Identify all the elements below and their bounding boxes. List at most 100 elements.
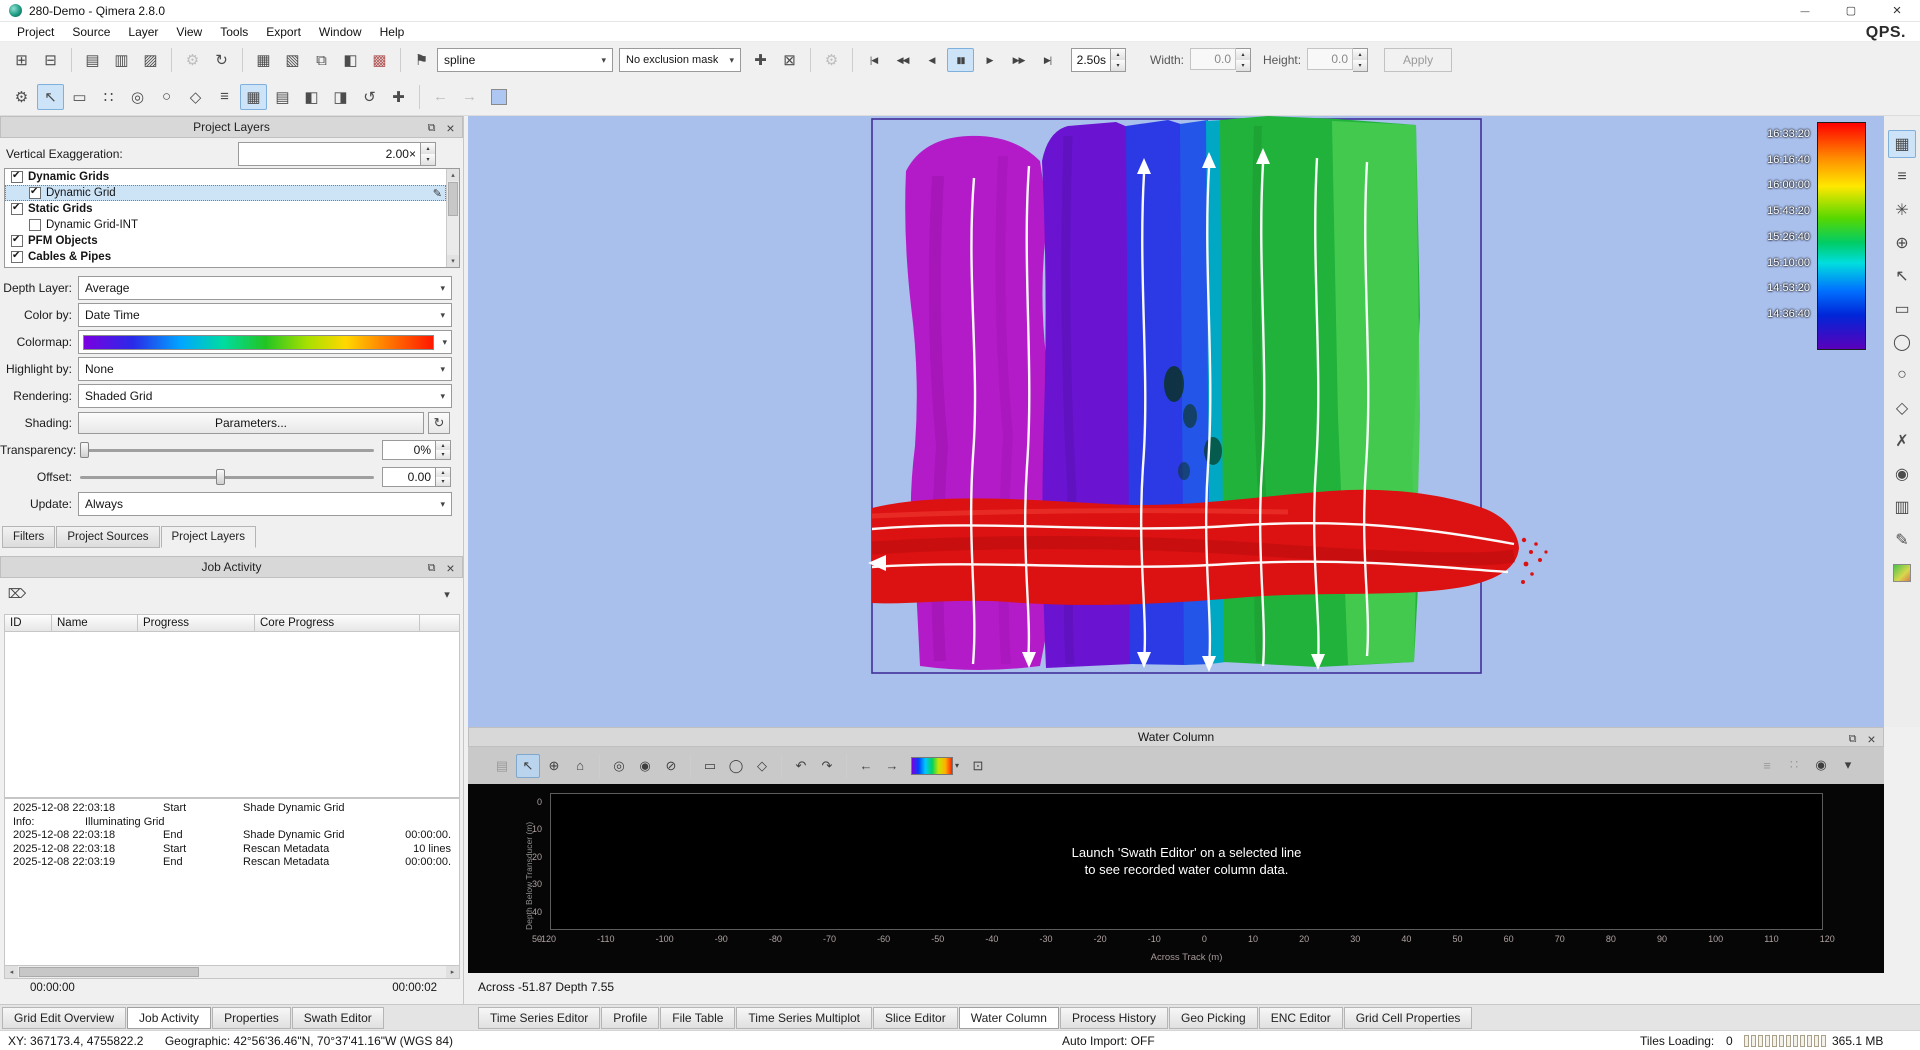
column-header-id[interactable]: ID (4, 614, 52, 632)
menu-layer[interactable]: Layer (119, 24, 167, 40)
grid-lines-icon[interactable]: ▧ (279, 47, 306, 73)
tab-process-history[interactable]: Process History (1060, 1007, 1168, 1029)
column-header-core-progress[interactable]: Core Progress (255, 614, 420, 632)
menu-export[interactable]: Export (257, 24, 310, 40)
tab-file-table[interactable]: File Table (660, 1007, 735, 1029)
rewind-button[interactable]: ◀◀ (889, 48, 916, 72)
job-activity-header[interactable]: Job Activity (0, 556, 463, 578)
menu-project[interactable]: Project (8, 24, 63, 40)
checkbox[interactable] (29, 187, 41, 199)
water-column-header[interactable]: Water Column (468, 727, 1884, 747)
scatter-select-icon[interactable]: ∷ (95, 84, 122, 110)
transparency-slider[interactable] (78, 440, 376, 460)
cursor-select-icon[interactable]: ↖ (516, 754, 540, 778)
close-panel-icon[interactable] (443, 121, 458, 136)
export-grid-icon[interactable]: ▥ (108, 47, 135, 73)
offset-slider[interactable] (78, 467, 376, 487)
grid-display-icon[interactable]: ▦ (240, 84, 267, 110)
swath-display-icon[interactable]: ▤ (269, 84, 296, 110)
tab-geo-picking[interactable]: Geo Picking (1169, 1007, 1258, 1029)
shading-refresh-icon[interactable] (428, 412, 450, 434)
tab-grid-cell-properties[interactable]: Grid Cell Properties (1344, 1007, 1473, 1029)
checkbox[interactable] (11, 171, 23, 183)
zoom-tool-icon[interactable]: ⊕ (1888, 229, 1916, 257)
collapse-icon[interactable]: ▾ (1836, 753, 1860, 777)
scroll-up-icon[interactable] (447, 169, 459, 181)
zoom-extent-icon[interactable]: ⊟ (37, 47, 64, 73)
checkbox[interactable] (11, 203, 23, 215)
menu-window[interactable]: Window (310, 24, 371, 40)
rendering-select[interactable]: Shaded Grid (78, 384, 452, 408)
select-poly-icon[interactable]: ◇ (1888, 394, 1916, 422)
tree-item-dynamic-grid[interactable]: Dynamic Grid (5, 185, 446, 201)
export-points-icon[interactable]: ▨ (137, 47, 164, 73)
fast-forward-button[interactable]: ▶▶ (1005, 48, 1032, 72)
tab-time-series-multiplot[interactable]: Time Series Multiplot (736, 1007, 872, 1029)
prev-ping-icon[interactable]: ← (854, 754, 878, 778)
float-panel-icon[interactable] (424, 561, 439, 576)
tab-properties[interactable]: Properties (212, 1007, 291, 1029)
offset-spinner[interactable] (436, 467, 451, 487)
layers-icon[interactable]: ≡ (211, 84, 238, 110)
scroll-left-icon[interactable] (5, 966, 18, 978)
tab-job-activity[interactable]: Job Activity (127, 1007, 211, 1029)
scroll-down-icon[interactable] (447, 255, 459, 267)
point-edit-icon[interactable]: ◎ (124, 84, 151, 110)
select-poly-icon[interactable]: ◇ (750, 754, 774, 778)
tab-grid-edit-overview[interactable]: Grid Edit Overview (2, 1007, 126, 1029)
column-header-progress[interactable]: Progress (138, 614, 255, 632)
interval-spinner[interactable] (1111, 48, 1126, 72)
grid-coverage-icon[interactable]: ▦ (250, 47, 277, 73)
deselect-icon[interactable]: ✗ (1888, 427, 1916, 455)
tab-filters[interactable]: Filters (2, 526, 55, 548)
gear-tools-icon[interactable]: ⚙ (8, 84, 35, 110)
line-edit-icon[interactable]: ○ (153, 84, 180, 110)
pick-move-icon[interactable]: ◉ (633, 754, 657, 778)
measure-icon[interactable]: ✚ (385, 84, 412, 110)
tab-profile[interactable]: Profile (601, 1007, 659, 1029)
color-by-select[interactable]: Date Time (78, 303, 452, 327)
checkbox[interactable] (29, 219, 41, 231)
zoom-icon[interactable]: ⊕ (542, 754, 566, 778)
water-column-plot[interactable]: Depth Below Transducer (m) 01020304050 L… (468, 784, 1884, 973)
pause-button[interactable]: ▮▮ (947, 48, 974, 72)
skip-start-button[interactable]: |◀ (860, 48, 887, 72)
pick-add-icon[interactable]: ◎ (607, 754, 631, 778)
menu-source[interactable]: Source (63, 24, 119, 40)
tab-project-layers[interactable]: Project Layers (161, 526, 257, 548)
exclusion-mask-select[interactable]: No exclusion mask (619, 48, 741, 72)
float-panel-icon[interactable] (1845, 732, 1860, 747)
tree-item-cables-pipes[interactable]: Cables & Pipes (5, 249, 446, 265)
clip-grid-icon[interactable]: ⊠ (776, 47, 803, 73)
compass-icon[interactable]: ✳ (1888, 196, 1916, 224)
line-type-select[interactable]: spline (437, 48, 613, 72)
menu-help[interactable]: Help (371, 24, 414, 40)
play-button[interactable]: ▶ (976, 48, 1003, 72)
select-lasso-icon[interactable]: ◯ (1888, 328, 1916, 356)
scroll-thumb[interactable] (19, 967, 199, 977)
grid-shift-icon[interactable]: ⧉ (308, 47, 335, 73)
polygon-edit-icon[interactable]: ◇ (182, 84, 209, 110)
maximize-button[interactable] (1828, 0, 1874, 21)
tree-item-pfm-objects[interactable]: PFM Objects (5, 233, 446, 249)
transparency-spinner[interactable] (436, 440, 451, 460)
select-cursor-icon[interactable]: ↖ (37, 84, 64, 110)
tab-time-series-editor[interactable]: Time Series Editor (478, 1007, 600, 1029)
visibility-icon[interactable]: ◉ (1809, 753, 1833, 777)
slice-flag-icon[interactable]: ⚑ (408, 47, 435, 73)
marquee-select-icon[interactable]: ▭ (66, 84, 93, 110)
redo-icon[interactable]: ↷ (815, 754, 839, 778)
color-grid-icon[interactable] (1888, 559, 1916, 587)
menu-view[interactable]: View (167, 24, 211, 40)
vertical-exaggeration-spinner[interactable] (421, 142, 436, 166)
select-rect-icon[interactable]: ▭ (1888, 295, 1916, 323)
interval-spinbox[interactable]: 2.50s (1071, 48, 1126, 72)
update-select[interactable]: Always (78, 492, 452, 516)
depth-layer-select[interactable]: Average (78, 276, 452, 300)
scroll-thumb[interactable] (448, 182, 458, 216)
tab-enc-editor[interactable]: ENC Editor (1259, 1007, 1343, 1029)
close-panel-icon[interactable] (443, 561, 458, 576)
annotate-icon[interactable]: ✎ (1888, 526, 1916, 554)
export-profile-icon[interactable]: ▤ (79, 47, 106, 73)
tab-slice-editor[interactable]: Slice Editor (873, 1007, 958, 1029)
